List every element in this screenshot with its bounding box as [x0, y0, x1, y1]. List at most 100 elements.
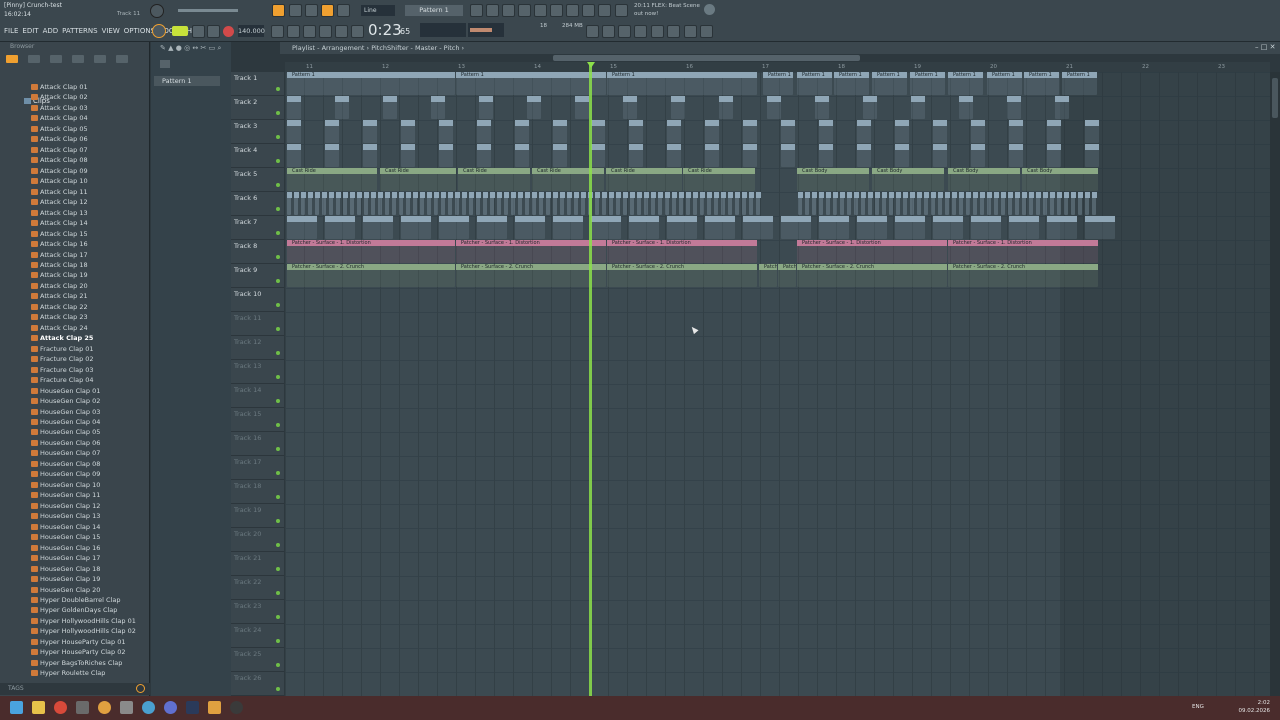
playlist-clip[interactable]: [857, 120, 871, 143]
track-mute-led[interactable]: [276, 615, 280, 619]
browser-tab-plugins[interactable]: [50, 55, 62, 63]
playlist-clip[interactable]: [477, 120, 491, 143]
playlist-clip[interactable]: [971, 144, 985, 167]
browser-item[interactable]: Hyper BagsToRiches Clap: [0, 658, 150, 668]
track-mute-led[interactable]: [276, 87, 280, 91]
playlist-clip[interactable]: [665, 192, 670, 215]
playlist-clip[interactable]: [714, 192, 719, 215]
playlist-clip[interactable]: [401, 120, 415, 143]
playlist-clip[interactable]: Pattern 1: [987, 72, 1022, 95]
playlist-clip[interactable]: [1092, 192, 1097, 215]
playlist-clip[interactable]: [399, 192, 404, 215]
playlist-tool-draw-icon[interactable]: ✎: [160, 44, 166, 52]
playlist-clip[interactable]: [287, 96, 301, 119]
browser-item[interactable]: HouseGen Clap 18: [0, 564, 150, 574]
playlist-clip[interactable]: [781, 120, 795, 143]
playlist-clip[interactable]: [595, 192, 600, 215]
playlist-clip[interactable]: [553, 192, 558, 215]
playlist-clip[interactable]: [971, 216, 1001, 239]
track-mute-led[interactable]: [276, 183, 280, 187]
blend-notes-button[interactable]: [351, 25, 364, 38]
track-header[interactable]: Track 11: [231, 312, 284, 336]
playlist-clip[interactable]: [721, 192, 726, 215]
browser-item[interactable]: Attack Clap 04: [0, 113, 150, 123]
playlist-clip[interactable]: [1047, 144, 1061, 167]
playlist-clip[interactable]: [616, 192, 621, 215]
track-header[interactable]: Track 19: [231, 504, 284, 528]
playlist-clip[interactable]: [630, 192, 635, 215]
playlist-tool-slice-icon[interactable]: ✂: [201, 44, 207, 52]
playlist-clip[interactable]: [719, 96, 733, 119]
browser-item[interactable]: Attack Clap 23: [0, 312, 150, 322]
track-header[interactable]: Track 24: [231, 624, 284, 648]
browser-item[interactable]: HouseGen Clap 20: [0, 585, 150, 595]
track-header[interactable]: Track 13: [231, 360, 284, 384]
browser-item[interactable]: Attack Clap 15: [0, 229, 150, 239]
playlist-clip[interactable]: [1085, 144, 1099, 167]
playlist-clip[interactable]: Patcher - Surface - 2. Crunch: [759, 264, 777, 287]
playlist-clip[interactable]: Cast Ride: [532, 168, 604, 191]
playlist-clip[interactable]: Pattern 1: [834, 72, 869, 95]
playlist-clip[interactable]: [591, 120, 605, 143]
playlist-clip[interactable]: [518, 192, 523, 215]
loop-record-button[interactable]: [303, 25, 316, 38]
playlist-clip[interactable]: [781, 216, 811, 239]
playlist-clip[interactable]: [623, 96, 637, 119]
playlist-clip[interactable]: [441, 192, 446, 215]
browser-item[interactable]: Attack Clap 05: [0, 124, 150, 134]
playlist-clip[interactable]: [707, 192, 712, 215]
playlist-clip[interactable]: Patcher - Surface - 2. Crunch: [607, 264, 757, 287]
playlist-view-button[interactable]: [470, 4, 483, 17]
snap-select[interactable]: Line: [361, 5, 395, 16]
playlist-tool-slip-icon[interactable]: ↔: [192, 44, 198, 52]
playlist-clip[interactable]: [819, 192, 824, 215]
playlist-clip[interactable]: [413, 192, 418, 215]
obs-icon[interactable]: [230, 701, 243, 714]
playlist-clip[interactable]: [895, 216, 925, 239]
browser-item[interactable]: Attack Clap 08: [0, 155, 150, 165]
browser-item[interactable]: HouseGen Clap 02: [0, 396, 150, 406]
playlist-clip[interactable]: [868, 192, 873, 215]
playlist-clip[interactable]: [973, 192, 978, 215]
stop-button[interactable]: [207, 25, 220, 38]
tool-icon-b[interactable]: [598, 4, 611, 17]
playlist-clip[interactable]: [527, 96, 541, 119]
playlist-clip[interactable]: [875, 192, 880, 215]
playlist-clip[interactable]: [602, 192, 607, 215]
playlist-clip[interactable]: [895, 144, 909, 167]
playlist-clip[interactable]: [743, 120, 757, 143]
playlist-clip[interactable]: [742, 192, 747, 215]
browser-item[interactable]: Attack Clap 13: [0, 208, 150, 218]
playlist-clip[interactable]: [667, 216, 697, 239]
playlist-clip[interactable]: [581, 192, 586, 215]
playlist-clip[interactable]: [861, 192, 866, 215]
browser-item[interactable]: HouseGen Clap 19: [0, 574, 150, 584]
browser-item[interactable]: Fracture Clap 01: [0, 344, 150, 354]
playlist-clip[interactable]: [1022, 192, 1027, 215]
browser-item[interactable]: HouseGen Clap 14: [0, 522, 150, 532]
track-header[interactable]: Track 5: [231, 168, 284, 192]
render-icon[interactable]: [667, 25, 680, 38]
playlist-clip[interactable]: [363, 144, 377, 167]
browser-item[interactable]: Attack Clap 10: [0, 176, 150, 186]
playlist-clip[interactable]: Pattern 1: [456, 72, 606, 95]
help-icon[interactable]: [634, 25, 647, 38]
track-mute-led[interactable]: [276, 279, 280, 283]
playlist-clip[interactable]: [1029, 192, 1034, 215]
track-header[interactable]: Track 20: [231, 528, 284, 552]
playlist-clip[interactable]: Cast Body: [797, 168, 869, 191]
browser-item[interactable]: Attack Clap 01: [0, 82, 150, 92]
playlist-clip[interactable]: [805, 192, 810, 215]
playlist-clip[interactable]: [749, 192, 754, 215]
export-icon[interactable]: [700, 25, 713, 38]
play-pat-song-toggle[interactable]: [172, 26, 188, 36]
timeline-ruler[interactable]: 11 12 13 14 15 16 17 18 19 20 21 22 23: [285, 62, 1270, 72]
channel-rack-view-button[interactable]: [518, 4, 531, 17]
playlist-clip[interactable]: [439, 216, 469, 239]
playlist-clip[interactable]: [325, 144, 339, 167]
playlist-clip[interactable]: [1009, 120, 1023, 143]
playlist-clip[interactable]: [477, 216, 507, 239]
track-mute-led[interactable]: [276, 471, 280, 475]
playlist-clip[interactable]: [959, 96, 973, 119]
browser-tab-packs[interactable]: [72, 55, 84, 63]
